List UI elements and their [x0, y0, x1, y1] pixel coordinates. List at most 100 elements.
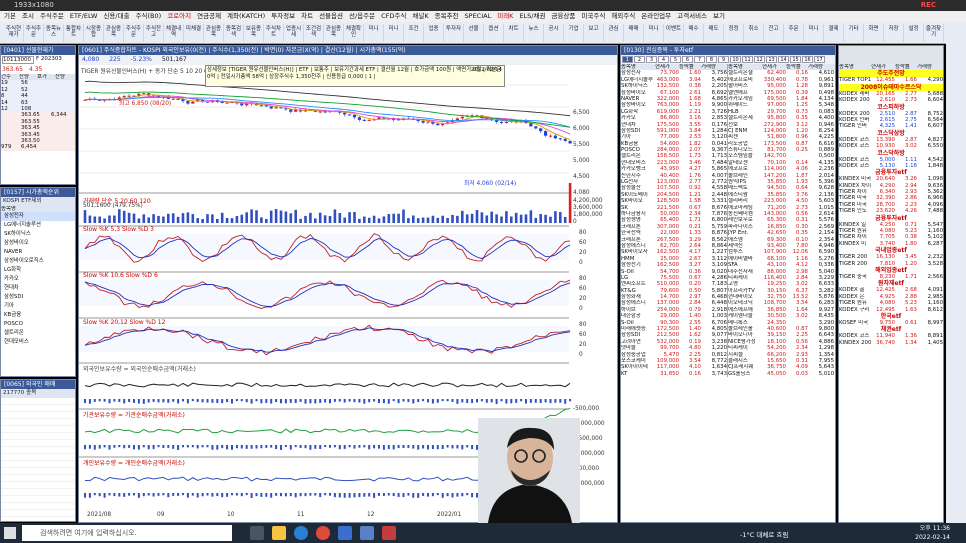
menu-item-10[interactable]: 차트: [301, 11, 313, 22]
toolbar-button-25[interactable]: 차트: [504, 24, 524, 42]
side-list-item[interactable]: KB금융: [1, 311, 75, 320]
toolbar-button-24[interactable]: 옵션: [484, 24, 504, 42]
watch-row[interactable]: KT 31,850 0.16 3,743: [621, 371, 727, 377]
toolbar-button-11[interactable]: 종목검색: [224, 24, 244, 42]
toolbar-button-13[interactable]: 주식차트: [264, 24, 284, 42]
etf-row[interactable]: KODEX 200 2,610 2.73 6,604: [839, 97, 943, 103]
toolbar-button-14[interactable]: 업종시세: [284, 24, 304, 42]
watch-tab-14[interactable]: 14: [778, 56, 789, 63]
toolbar-button-23[interactable]: 선물: [464, 24, 484, 42]
watch-tab-3[interactable]: 3: [646, 56, 657, 63]
weather-widget[interactable]: -1°C 대체로 흐림: [740, 529, 840, 539]
taskbar-search-input[interactable]: 검색하려면 여기에 입력하십시오.: [22, 525, 232, 541]
toolbar-button-29[interactable]: 보고: [584, 24, 604, 42]
etf-row[interactable]: KINDEX 200 36,740 1.34 1,405: [839, 340, 943, 346]
toolbar-button-22[interactable]: 투자자: [444, 24, 464, 42]
toolbar-button-18[interactable]: 미니: [364, 24, 384, 42]
edge-icon[interactable]: [294, 526, 308, 540]
etf-row[interactable]: KODEX 구리 12,495 1.63 8,612: [839, 307, 943, 313]
watch-tab-5[interactable]: 5: [670, 56, 681, 63]
toolbar-button-31[interactable]: 매매: [624, 24, 644, 42]
clock[interactable]: 오후 11:36 2022-02-14: [880, 524, 950, 542]
side-list-item[interactable]: 기아: [1, 302, 75, 311]
etf-row[interactable]: TIGER 인도 23,620 4.26 7,488: [839, 208, 943, 214]
menu-item-11[interactable]: 선물옵션: [319, 11, 343, 22]
watch-tab-6[interactable]: 6: [682, 56, 693, 63]
toolbar-button-16[interactable]: 관심종목: [324, 24, 344, 42]
watch-tab-8[interactable]: 8: [706, 56, 717, 63]
etf-row[interactable]: TIGER TOP1 12,455 1.66 4,290: [839, 77, 943, 83]
menu-item-8[interactable]: 계좌(KATCH): [227, 11, 265, 22]
toolbar-button-35[interactable]: 매도: [704, 24, 724, 42]
side-list-item[interactable]: 삼성전자: [1, 212, 75, 222]
side-list-item[interactable]: LG에너지솔루션: [1, 221, 75, 230]
watch-tab-12[interactable]: 12: [754, 56, 765, 63]
side-list-item[interactable]: POSCO: [1, 320, 75, 329]
toolbar-button-26[interactable]: 뉴스: [524, 24, 544, 42]
side-list-item[interactable]: 셀트리온: [1, 329, 75, 338]
watch-tab-11[interactable]: 11: [742, 56, 753, 63]
toolbar-button-46[interactable]: 즐겨찾기: [924, 24, 944, 42]
toolbar-button-21[interactable]: 업종: [424, 24, 444, 42]
windows-start-icon[interactable]: [4, 527, 16, 539]
toolbar-button-6[interactable]: 주식주문: [124, 24, 144, 42]
side-list-item[interactable]: SK하이닉스: [1, 230, 75, 239]
menu-item-3[interactable]: ETF/ELW: [70, 11, 98, 22]
toolbar-button-20[interactable]: 조건: [404, 24, 424, 42]
menu-item-2[interactable]: 주식주문: [40, 11, 64, 22]
watch-tab-9[interactable]: 9: [718, 56, 729, 63]
toolbar-button-39[interactable]: 주문: [784, 24, 804, 42]
menu-item-24[interactable]: 보기: [713, 11, 725, 22]
toolbar-button-7[interactable]: 주식잔고: [144, 24, 164, 42]
trading-app-icon[interactable]: [382, 526, 396, 540]
menu-item-13[interactable]: CFD주식: [381, 11, 406, 22]
menu-item-20[interactable]: 미국주식: [581, 11, 605, 22]
market-select[interactable]: KOSPI: [3, 198, 19, 204]
etf-row[interactable]: TIGER 인버 4,325 1.41 6,607: [839, 123, 943, 129]
watch-tab-1[interactable]: 1: [622, 56, 633, 63]
store-icon[interactable]: [338, 526, 352, 540]
chrome-icon[interactable]: [316, 526, 330, 540]
menu-item-4[interactable]: 신용/대출: [103, 11, 129, 22]
menu-item-6[interactable]: 코로아지: [167, 11, 191, 22]
menu-item-21[interactable]: 해외주식: [611, 11, 635, 22]
side-list-item[interactable]: 삼성SDI: [1, 293, 75, 302]
side-list-item[interactable]: 카카오: [1, 275, 75, 284]
toolbar-button-12[interactable]: 보유종목: [244, 24, 264, 42]
toolbar-button-19[interactable]: 미니: [384, 24, 404, 42]
toolbar-button-3[interactable]: 통합차트: [64, 24, 84, 42]
menu-item-16[interactable]: SPECIAL: [465, 11, 492, 22]
toolbar-button-17[interactable]: 체결확인: [344, 24, 364, 42]
menu-item-23[interactable]: 고객서비스: [677, 11, 707, 22]
etf-filter-select[interactable]: ETF제외: [21, 198, 41, 204]
side-list-item[interactable]: 현대차: [1, 284, 75, 293]
menu-item-14[interactable]: 채널K: [412, 11, 428, 22]
toolbar-button-34[interactable]: 매수: [684, 24, 704, 42]
menu-item-7[interactable]: 연금공제: [197, 11, 221, 22]
menu-item-0[interactable]: 기본: [4, 11, 16, 22]
menu-item-12[interactable]: 선/옵주문: [349, 11, 375, 22]
menu-item-9[interactable]: 투자정보: [271, 11, 295, 22]
app-icon[interactable]: [360, 526, 374, 540]
watch-tab-7[interactable]: 7: [694, 56, 705, 63]
toolbar-button-33[interactable]: 이벤트: [664, 24, 684, 42]
toolbar-button-10[interactable]: 관심종목: [204, 24, 224, 42]
menu-item-19[interactable]: 금융상품: [551, 11, 575, 22]
menu-item-22[interactable]: 온라인업무: [641, 11, 671, 22]
toolbar-button-40[interactable]: 미니: [804, 24, 824, 42]
toolbar-button-27[interactable]: 공시: [544, 24, 564, 42]
menu-item-18[interactable]: ELS/채권: [519, 11, 545, 22]
toolbar-button-1[interactable]: 주식주문: [24, 24, 44, 42]
toolbar-button-36[interactable]: 정정: [724, 24, 744, 42]
toolbar-button-4[interactable]: 시장종합: [84, 24, 104, 42]
flow-code-input[interactable]: 217770: [3, 390, 24, 396]
side-list-item[interactable]: NAVER: [1, 248, 75, 257]
side-list-item[interactable]: 삼성바이오: [1, 239, 75, 248]
task-view-icon[interactable]: [250, 526, 264, 540]
menu-item-5[interactable]: 주식(B0): [136, 11, 162, 22]
toolbar-button-45[interactable]: 설정: [904, 24, 924, 42]
toolbar-button-9[interactable]: 미체결: [184, 24, 204, 42]
toolbar-button-37[interactable]: 취소: [744, 24, 764, 42]
watch-row[interactable]: GS홀딩스 45,050 0.03 5,010: [728, 371, 835, 377]
side-list-item[interactable]: 삼성바이오로직스: [1, 257, 75, 266]
